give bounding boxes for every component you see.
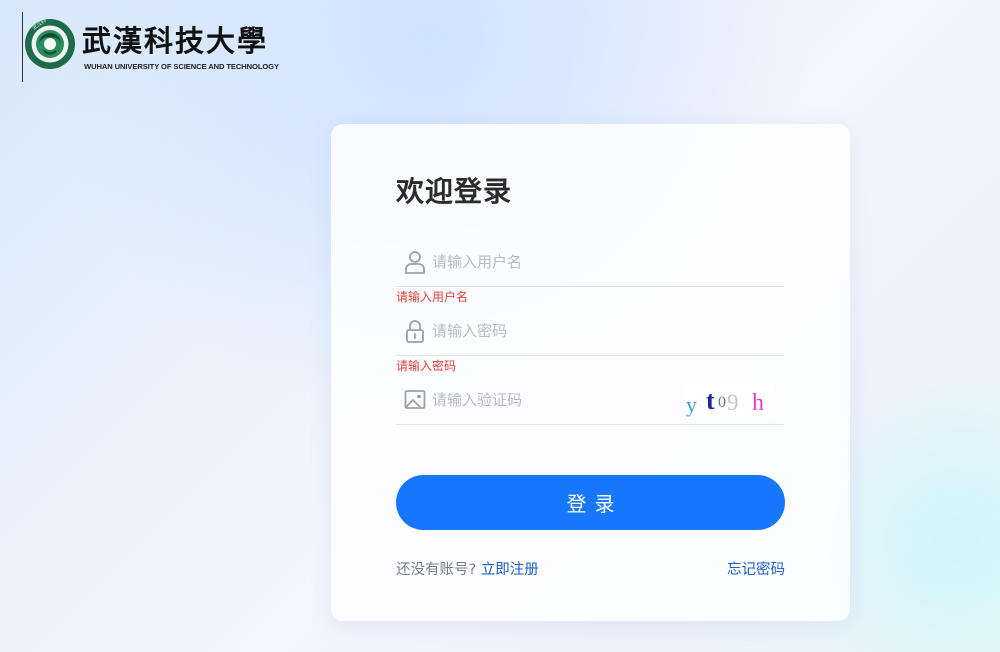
university-seal-icon: 武汉科	[25, 18, 75, 69]
login-button[interactable]: 登录	[396, 475, 785, 530]
username-error: 请输入用户名	[396, 290, 469, 304]
captcha-char: h	[752, 390, 764, 416]
lock-icon	[406, 320, 424, 343]
password-field	[396, 307, 784, 356]
username-input[interactable]	[432, 250, 672, 274]
logo-divider	[22, 12, 23, 82]
captcha-input[interactable]	[432, 388, 672, 412]
captcha-char: 0	[718, 394, 726, 411]
register-link[interactable]: 立即注册	[481, 562, 539, 578]
login-footer-links: 还没有账号? 立即注册 忘记密码	[396, 558, 785, 578]
password-input[interactable]	[432, 319, 672, 343]
register-prompt: 还没有账号? 立即注册	[396, 558, 539, 579]
captcha-field: y t 0 9 h	[396, 376, 784, 425]
login-card: 欢迎登录 请输入用户名 请输入密码 y t 0 9 h 登录	[331, 124, 850, 621]
university-name-cn: 武漢科技大學	[82, 24, 269, 58]
username-field	[396, 238, 784, 287]
forgot-password-link[interactable]: 忘记密码	[727, 558, 785, 579]
no-account-text: 还没有账号?	[396, 562, 477, 578]
user-icon	[405, 251, 425, 274]
password-error: 请输入密码	[396, 359, 457, 373]
captcha-char: t	[706, 386, 715, 415]
university-logo: 武汉科 武漢科技大學 WUHAN UNIVERSITY OF SCIENCE A…	[24, 16, 294, 74]
captcha-char: y	[686, 392, 697, 417]
captcha-char: 9	[727, 390, 739, 415]
captcha-image[interactable]: y t 0 9 h	[684, 386, 774, 418]
image-icon	[404, 390, 426, 409]
university-name-en: WUHAN UNIVERSITY OF SCIENCE AND TECHNOLO…	[84, 62, 279, 71]
login-title: 欢迎登录	[396, 175, 513, 208]
